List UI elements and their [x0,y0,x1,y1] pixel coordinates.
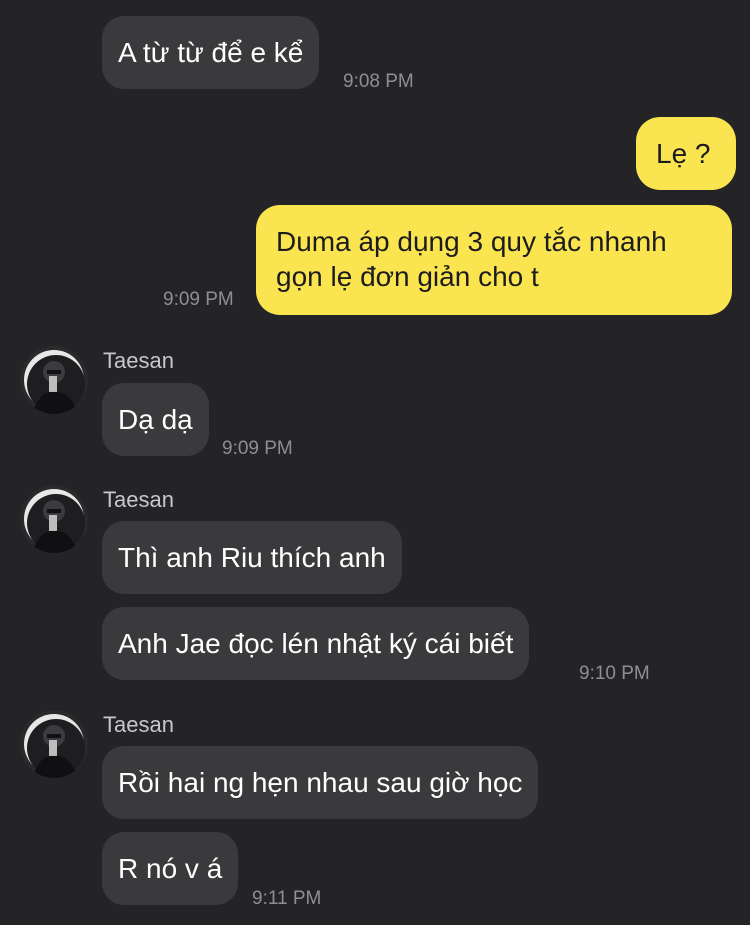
message-timestamp: 9:09 PM [222,438,293,459]
message-bubble-outgoing[interactable]: Duma áp dụng 3 quy tắc nhanh gọn lẹ đơn … [256,205,732,315]
message-timestamp: 9:11 PM [252,888,322,909]
chat-screen: { "messages": { "m1": {"text": "A từ từ … [0,0,750,925]
sender-name: Taesan [103,348,174,373]
message-timestamp: 9:08 PM [343,71,414,92]
message-timestamp: 9:09 PM [163,289,234,310]
message-bubble-outgoing[interactable]: Lẹ ? [636,117,736,190]
message-text: R nó v á [118,853,223,884]
sender-name: Taesan [103,712,174,737]
message-text: Thì anh Riu thích anh [118,542,386,573]
message-text-line: Duma áp dụng 3 quy tắc nhanh [276,226,667,257]
message-text: Lẹ ? [656,138,711,169]
avatar-photo-icon [20,485,88,553]
message-bubble-incoming[interactable]: R nó v á [102,832,239,905]
message-text: Anh Jae đọc lén nhật ký cái biết [118,628,514,659]
message-text: Dạ dạ [118,404,193,435]
avatar[interactable] [20,485,88,553]
message-text-line: gọn lẹ đơn giản cho t [276,261,539,292]
avatar[interactable] [20,710,88,778]
sender-name: Taesan [103,487,174,512]
message-text: A từ từ để e kể [118,37,304,68]
message-bubble-incoming[interactable]: Rồi hai ng hẹn nhau sau giờ học [102,746,539,819]
message-timestamp: 9:10 PM [579,663,650,684]
message-bubble-incoming[interactable]: Thì anh Riu thích anh [102,521,402,594]
avatar-photo-icon [20,710,88,778]
message-bubble-incoming[interactable]: A từ từ để e kể [102,16,320,89]
message-text: Rồi hai ng hẹn nhau sau giờ học [118,767,523,798]
avatar[interactable] [20,346,88,414]
message-bubble-incoming[interactable]: Dạ dạ [102,383,209,456]
avatar-photo-icon [20,346,88,414]
message-bubble-incoming[interactable]: Anh Jae đọc lén nhật ký cái biết [102,607,530,680]
